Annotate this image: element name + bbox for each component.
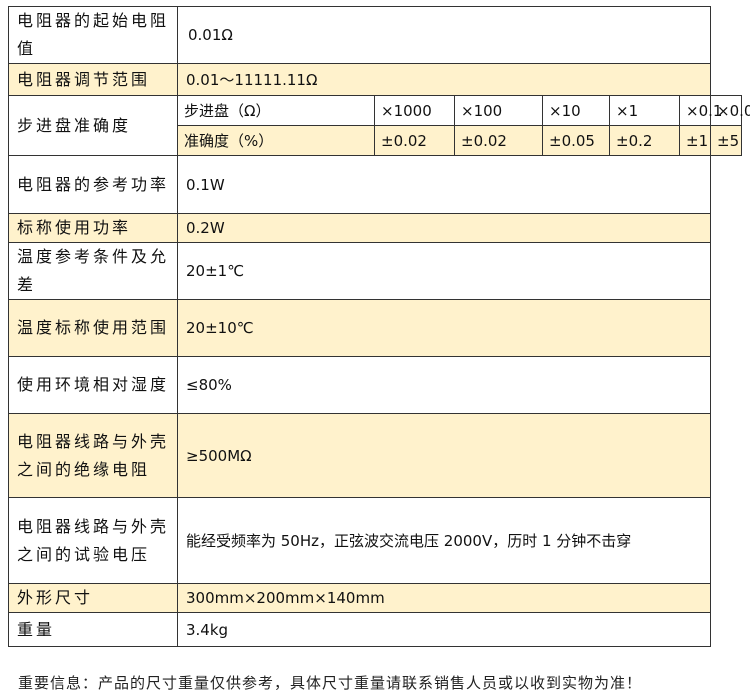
- label-step-accuracy: 步进盘准确度: [8, 95, 178, 156]
- label-insulation: 电阻器线路与外壳之间的绝缘电阻: [8, 413, 178, 498]
- dial-header: 步进盘（Ω）: [177, 95, 375, 126]
- label-weight: 重量: [8, 612, 178, 647]
- label-start-resistance: 电阻器的起始电阻值: [8, 6, 178, 64]
- value-adjust-range: 0.01～11111.11Ω: [177, 63, 711, 96]
- dial-x1: ×1: [609, 95, 680, 126]
- row-weight: 重量 3.4kg: [8, 612, 742, 647]
- value-start-resistance: 0.01Ω: [177, 6, 711, 64]
- row-dimensions: 外形尺寸 300mm×200mm×140mm: [8, 583, 742, 613]
- label-temp-ref: 温度参考条件及允差: [8, 242, 178, 300]
- row-temp-range: 温度标称使用范围 20±10℃: [8, 299, 742, 357]
- spec-table: 电阻器的起始电阻值 0.01Ω 电阻器调节范围 0.01～11111.11Ω 步…: [8, 6, 750, 647]
- label-adjust-range: 电阻器调节范围: [8, 63, 178, 96]
- accuracy-header: 准确度（%）: [177, 125, 375, 156]
- accuracy-x1000: ±0.02: [374, 125, 455, 156]
- label-ref-power: 电阻器的参考功率: [8, 155, 178, 214]
- label-nominal-power: 标称使用功率: [8, 213, 178, 243]
- value-ref-power: 0.1W: [177, 155, 711, 214]
- accuracy-x0-01: ±5: [710, 125, 742, 156]
- dial-x1000: ×1000: [374, 95, 455, 126]
- row-temp-ref: 温度参考条件及允差 20±1℃: [8, 242, 742, 300]
- label-humidity: 使用环境相对湿度: [8, 356, 178, 414]
- value-humidity: ≤80%: [177, 356, 711, 414]
- row-humidity: 使用环境相对湿度 ≤80%: [8, 356, 742, 414]
- accuracy-x0-1: ±1: [679, 125, 711, 156]
- row-adjust-range: 电阻器调节范围 0.01～11111.11Ω: [8, 63, 742, 96]
- value-weight: 3.4kg: [177, 612, 711, 647]
- label-test-voltage: 电阻器线路与外壳之间的试验电压: [8, 497, 178, 584]
- dial-x0-1: ×0.1: [679, 95, 722, 126]
- dial-x100: ×100: [454, 95, 543, 126]
- row-dial-header: 步进盘准确度 步进盘（Ω） ×1000 ×100 ×10 ×1 ×0.1 ×0.…: [8, 95, 750, 156]
- row-insulation: 电阻器线路与外壳之间的绝缘电阻 ≥500MΩ: [8, 413, 742, 498]
- accuracy-x1: ±0.2: [609, 125, 680, 156]
- label-temp-range: 温度标称使用范围: [8, 299, 178, 357]
- accuracy-x100: ±0.02: [454, 125, 543, 156]
- row-test-voltage: 电阻器线路与外壳之间的试验电压 能经受频率为 50Hz，正弦波交流电压 2000…: [8, 497, 742, 584]
- value-temp-range: 20±10℃: [177, 299, 711, 357]
- row-start-resistance: 电阻器的起始电阻值 0.01Ω: [8, 6, 742, 64]
- value-dimensions: 300mm×200mm×140mm: [177, 583, 711, 613]
- value-insulation: ≥500MΩ: [177, 413, 711, 498]
- value-test-voltage: 能经受频率为 50Hz，正弦波交流电压 2000V，历时 1 分钟不击穿: [177, 497, 711, 584]
- dial-x10: ×10: [542, 95, 610, 126]
- value-nominal-power: 0.2W: [177, 213, 711, 243]
- label-dimensions: 外形尺寸: [8, 583, 178, 613]
- accuracy-x10: ±0.05: [542, 125, 610, 156]
- row-ref-power: 电阻器的参考功率 0.1W: [8, 155, 742, 214]
- row-nominal-power: 标称使用功率 0.2W: [8, 213, 742, 243]
- disclaimer-note: 重要信息：产品的尺寸重量仅供参考，具体尺寸重量请联系销售人员或以收到实物为准！: [18, 674, 643, 692]
- value-temp-ref: 20±1℃: [177, 242, 711, 300]
